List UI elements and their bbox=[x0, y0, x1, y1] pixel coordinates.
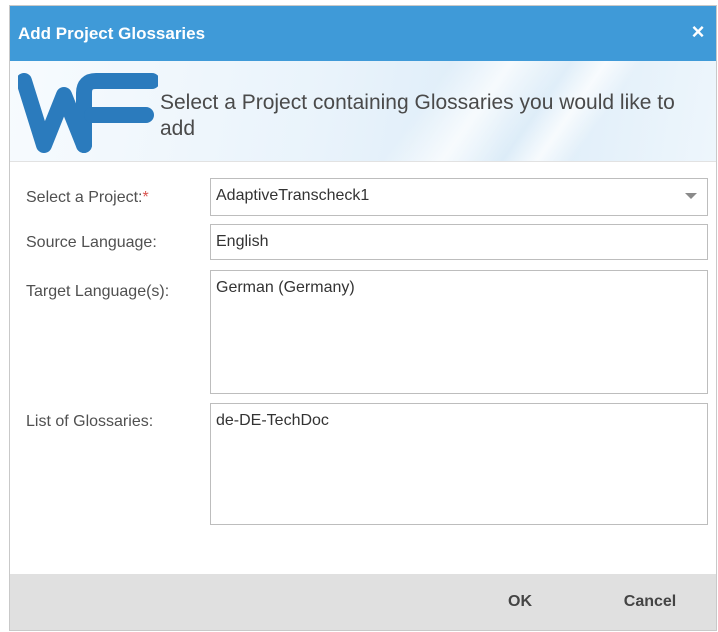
target-languages-label: Target Language(s): bbox=[26, 283, 170, 300]
select-project-label: Select a Project:* bbox=[26, 189, 149, 207]
source-language-value: English bbox=[216, 233, 269, 250]
project-select[interactable]: AdaptiveTranscheck1 bbox=[210, 178, 708, 216]
source-language-field[interactable]: English bbox=[210, 224, 708, 260]
target-language-item[interactable]: German (Germany) bbox=[216, 279, 355, 297]
ok-button[interactable]: OK bbox=[490, 584, 550, 620]
select-project-label-text: Select a Project: bbox=[26, 189, 143, 206]
wf-logo-icon bbox=[18, 73, 158, 153]
dialog-footer: OK Cancel bbox=[10, 574, 716, 630]
cancel-button[interactable]: Cancel bbox=[610, 584, 690, 620]
add-project-glossaries-dialog: Add Project Glossaries × Select a Projec… bbox=[9, 5, 717, 631]
glossaries-label: List of Glossaries: bbox=[26, 413, 154, 430]
required-marker: * bbox=[142, 189, 149, 206]
source-language-label: Source Language: bbox=[26, 234, 157, 251]
header-banner: Select a Project containing Glossaries y… bbox=[10, 61, 716, 162]
dialog-title: Add Project Glossaries bbox=[18, 24, 206, 43]
project-select-value: AdaptiveTranscheck1 bbox=[216, 187, 370, 204]
target-languages-list[interactable]: German (Germany) bbox=[210, 270, 708, 394]
glossary-item[interactable]: de-DE-TechDoc bbox=[216, 412, 329, 430]
glossaries-list[interactable]: de-DE-TechDoc bbox=[210, 403, 708, 525]
close-icon[interactable]: × bbox=[686, 20, 710, 44]
chevron-down-icon[interactable] bbox=[685, 193, 697, 199]
dialog-title-bar: Add Project Glossaries × bbox=[10, 6, 716, 61]
banner-instruction-text: Select a Project containing Glossaries y… bbox=[160, 91, 675, 140]
